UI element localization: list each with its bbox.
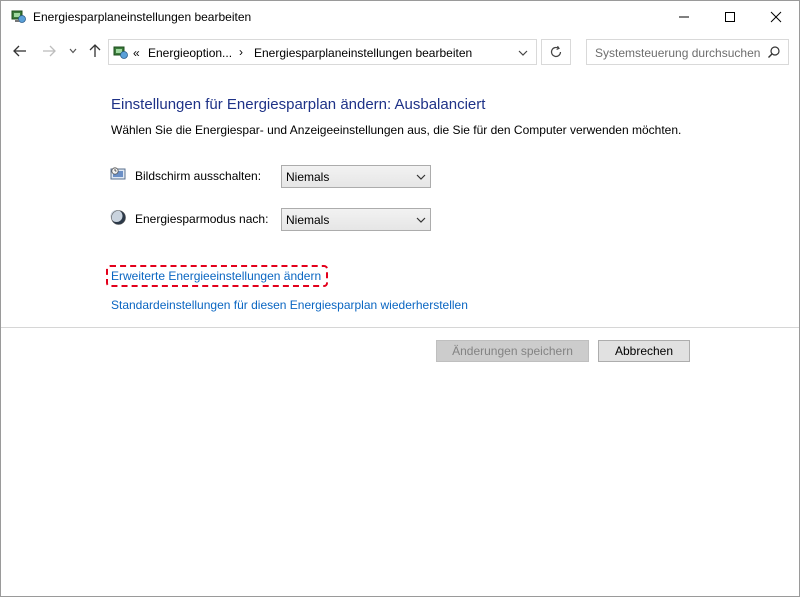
search-box[interactable]: Systemsteuerung durchsuchen <box>586 39 789 65</box>
breadcrumb-power-options[interactable]: Energieoption... <box>148 46 232 60</box>
arrow-right-icon <box>43 45 56 57</box>
arrow-up-icon <box>89 44 101 57</box>
breadcrumb-overflow[interactable]: « <box>133 46 140 60</box>
address-dropdown-icon[interactable] <box>516 46 530 60</box>
cancel-button[interactable]: Abbrechen <box>598 340 690 362</box>
up-button[interactable] <box>86 42 104 60</box>
navigation-bar: « Energieoption... › Energiesparplaneins… <box>1 34 799 68</box>
power-options-icon <box>11 10 26 23</box>
restore-defaults-link[interactable]: Standardeinstellungen für diesen Energie… <box>111 298 468 312</box>
page-title: Einstellungen für Energiesparplan ändern… <box>111 96 486 113</box>
moon-icon <box>110 210 126 225</box>
page-description: Wählen Sie die Energiespar- und Anzeigee… <box>111 123 682 137</box>
address-bar[interactable]: « Energieoption... › Energiesparplaneins… <box>108 39 537 65</box>
maximize-icon <box>725 11 735 22</box>
breadcrumb-edit-plan-settings[interactable]: Energiesparplaneinstellungen bearbeiten <box>254 46 472 60</box>
display-off-label: Bildschirm ausschalten: <box>135 169 262 183</box>
close-button[interactable] <box>753 1 799 32</box>
forward-button[interactable] <box>40 42 58 60</box>
sleep-label: Energiesparmodus nach: <box>135 212 269 226</box>
search-placeholder[interactable]: Systemsteuerung durchsuchen <box>595 46 760 60</box>
monitor-icon <box>110 167 126 180</box>
chevron-down-icon <box>416 174 426 180</box>
title-bar: Energiesparplaneinstellungen bearbeiten <box>1 1 799 32</box>
display-off-value: Niemals <box>286 170 330 184</box>
maximize-button[interactable] <box>707 1 753 32</box>
sleep-value: Niemals <box>286 213 330 227</box>
close-icon <box>770 11 782 22</box>
chevron-down-icon <box>69 48 77 54</box>
power-options-icon <box>113 46 128 59</box>
back-button[interactable] <box>11 42 29 60</box>
refresh-icon <box>550 45 562 58</box>
arrow-left-icon <box>13 45 26 57</box>
display-off-select[interactable]: Niemals <box>281 165 431 188</box>
sleep-select[interactable]: Niemals <box>281 208 431 231</box>
breadcrumb-separator[interactable]: › <box>239 45 243 59</box>
recent-locations-button[interactable] <box>64 42 82 60</box>
advanced-settings-link[interactable]: Erweiterte Energieeinstellungen ändern <box>111 269 321 283</box>
minimize-icon <box>679 16 689 17</box>
divider <box>1 327 799 328</box>
refresh-button[interactable] <box>541 39 571 65</box>
minimize-button[interactable] <box>661 1 707 32</box>
search-icon[interactable] <box>767 45 781 59</box>
window: Energiesparplaneinstellungen bearbeiten <box>0 0 800 597</box>
chevron-down-icon <box>416 217 426 223</box>
window-title: Energiesparplaneinstellungen bearbeiten <box>33 10 252 24</box>
save-changes-button[interactable]: Änderungen speichern <box>436 340 589 362</box>
